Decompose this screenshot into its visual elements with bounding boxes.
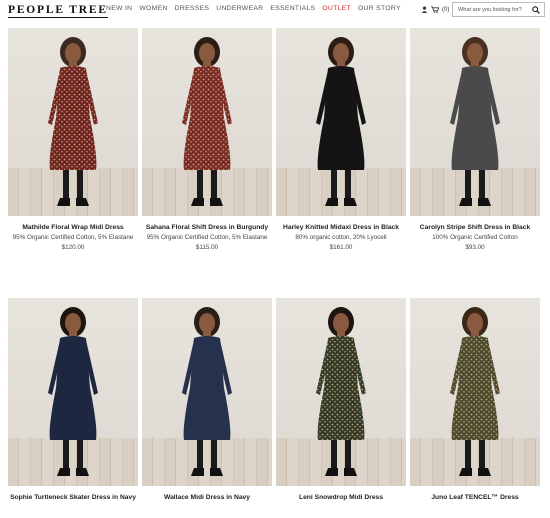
- product-card[interactable]: Sahana Floral Shift Dress in Burgundy 95%…: [142, 28, 272, 251]
- product-card[interactable]: Wallace Midi Dress in Navy: [142, 298, 272, 501]
- user-icon[interactable]: [421, 6, 428, 13]
- product-name[interactable]: Harley Knitted Midaxi Dress in Black: [276, 224, 406, 231]
- product-image[interactable]: [410, 298, 540, 486]
- top-bar: PEOPLE TREE NEW IN WOMEN DRESSES UNDERWE…: [0, 0, 550, 24]
- product-image[interactable]: [8, 28, 138, 216]
- product-price: $93.00: [465, 244, 485, 251]
- main-nav: NEW IN WOMEN DRESSES UNDERWEAR ESSENTIAL…: [106, 5, 408, 12]
- product-price: $120.00: [61, 244, 85, 251]
- product-image[interactable]: [276, 28, 406, 216]
- product-name[interactable]: Mathilde Floral Wrap Midi Dress: [8, 224, 138, 231]
- product-price: $115.00: [195, 244, 219, 251]
- nav-outlet[interactable]: OUTLET: [322, 5, 351, 12]
- product-material: 80% organic cotton, 20% Lyocell: [295, 234, 387, 241]
- nav-dresses[interactable]: DRESSES: [175, 5, 210, 12]
- product-name[interactable]: Carolyn Stripe Shift Dress in Black: [410, 224, 540, 231]
- cart-count: (0): [442, 6, 450, 13]
- product-image[interactable]: [410, 28, 540, 216]
- product-card[interactable]: Carolyn Stripe Shift Dress in Black 100% …: [410, 28, 540, 251]
- product-card[interactable]: Mathilde Floral Wrap Midi Dress 95% Organ…: [8, 28, 138, 251]
- product-name[interactable]: Wallace Midi Dress in Navy: [142, 494, 272, 501]
- product-name[interactable]: Juno Leaf TENCEL™ Dress: [410, 494, 540, 501]
- nav-new-in[interactable]: NEW IN: [106, 5, 132, 12]
- product-image[interactable]: [142, 298, 272, 486]
- search-box: [452, 2, 545, 17]
- brand-logo[interactable]: PEOPLE TREE: [8, 4, 108, 18]
- search-input[interactable]: [458, 6, 532, 13]
- cart-icon[interactable]: [431, 6, 439, 13]
- product-material: 95% Organic Certified Cotton, 5% Elastan…: [146, 234, 268, 241]
- nav-underwear[interactable]: UNDERWEAR: [216, 5, 263, 12]
- product-card[interactable]: Harley Knitted Midaxi Dress in Black 80% …: [276, 28, 406, 251]
- product-card[interactable]: Sophie Turtleneck Skater Dress in Navy: [8, 298, 138, 501]
- nav-essentials[interactable]: ESSENTIALS: [270, 5, 315, 12]
- product-image[interactable]: [8, 298, 138, 486]
- nav-women[interactable]: WOMEN: [139, 5, 167, 12]
- product-material: 95% Organic Certified Cotton, 5% Elastan…: [12, 234, 134, 241]
- search-icon[interactable]: [532, 5, 540, 14]
- product-card[interactable]: Leni Snowdrop Midi Dress: [276, 298, 406, 501]
- product-image[interactable]: [142, 28, 272, 216]
- product-image[interactable]: [276, 298, 406, 486]
- nav-our-story[interactable]: OUR STORY: [358, 5, 401, 12]
- product-name[interactable]: Leni Snowdrop Midi Dress: [276, 494, 406, 501]
- product-name[interactable]: Sophie Turtleneck Skater Dress in Navy: [8, 494, 138, 501]
- product-material: 100% Organic Certified Cotton: [432, 234, 518, 241]
- product-name[interactable]: Sahana Floral Shift Dress in Burgundy: [142, 224, 272, 231]
- product-price: $161.00: [329, 244, 353, 251]
- account-cart-icons: (0): [421, 6, 449, 13]
- product-card[interactable]: Juno Leaf TENCEL™ Dress: [410, 298, 540, 501]
